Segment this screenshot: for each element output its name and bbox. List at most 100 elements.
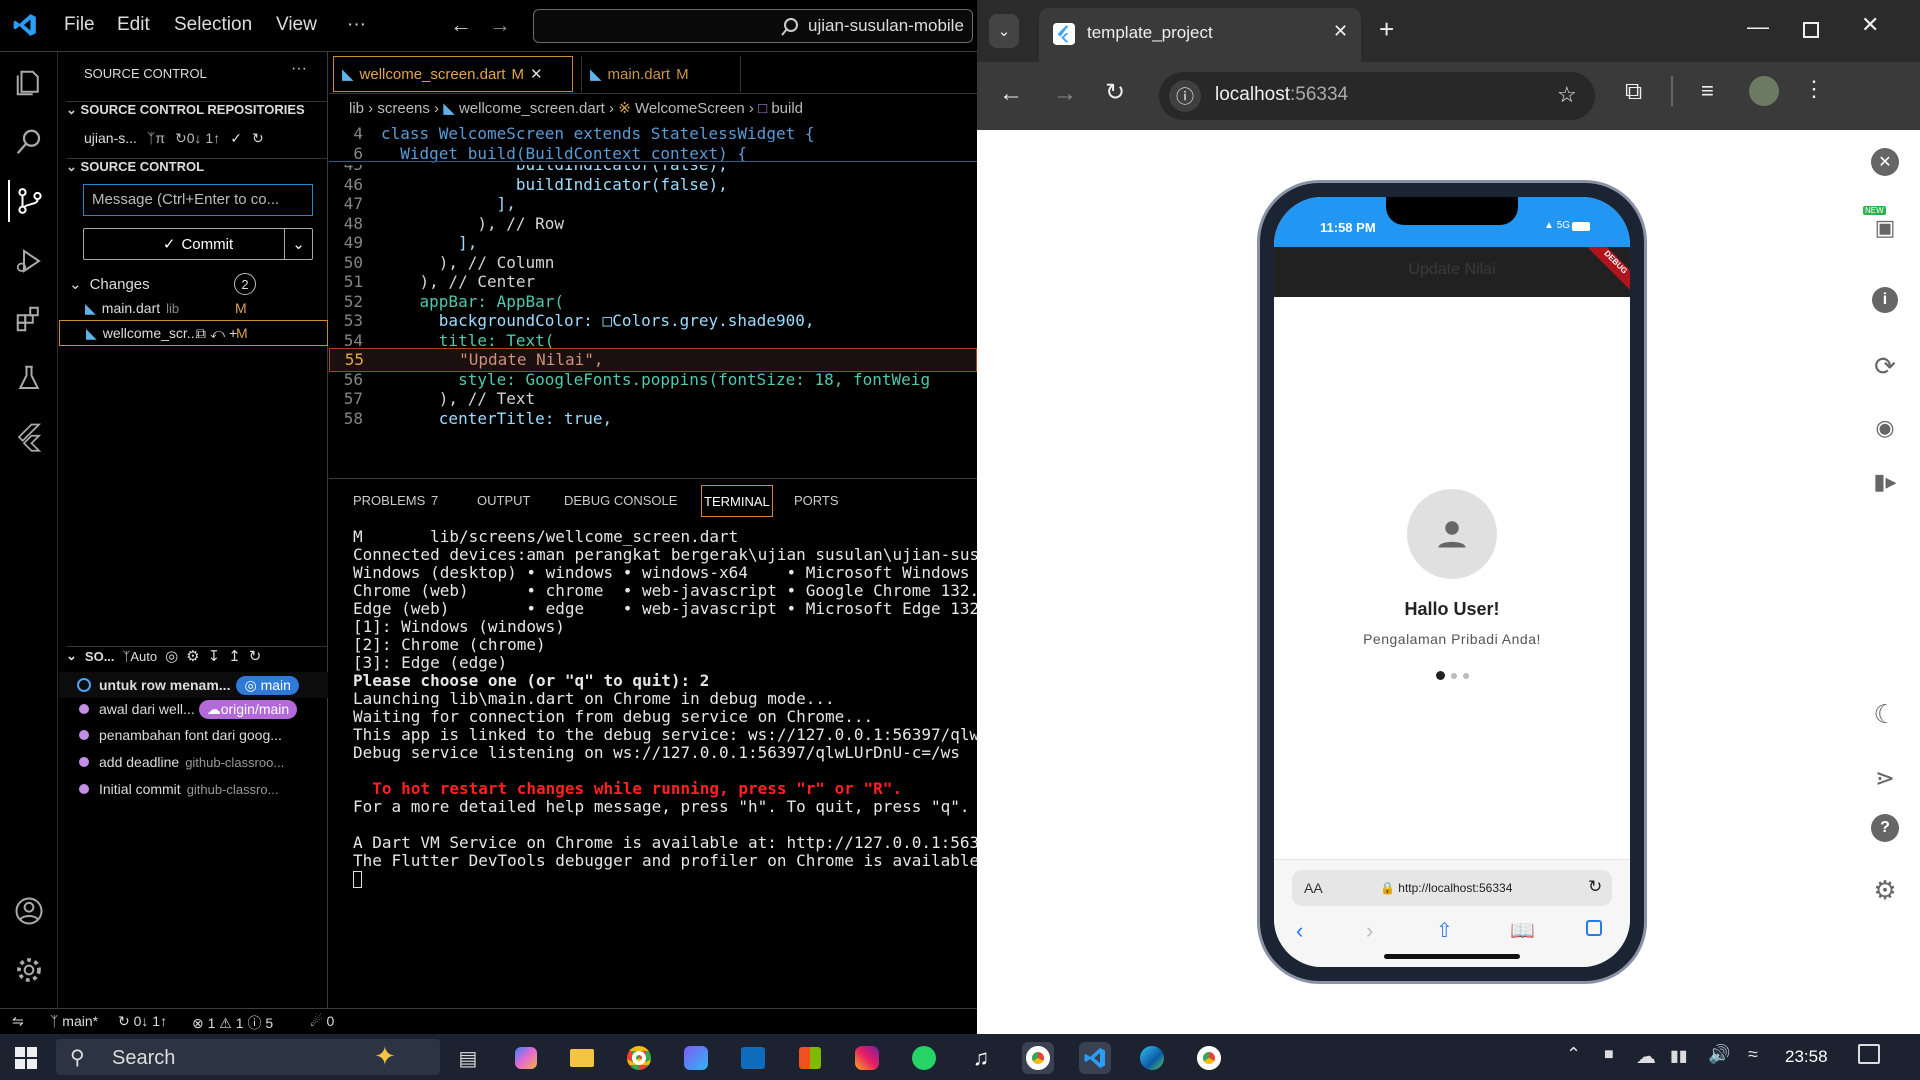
forward-arrow-icon[interactable]: →	[489, 12, 511, 38]
status-sync[interactable]: ↻ 0↓ 1↑	[118, 1013, 167, 1030]
back-arrow-icon[interactable]: ←	[450, 12, 472, 38]
more-actions-icon[interactable]: ···	[291, 60, 307, 78]
tiktok-app-icon[interactable]: ♫	[965, 1042, 997, 1074]
accounts-icon[interactable]	[8, 890, 50, 932]
chrome-app-icon-2[interactable]	[1193, 1042, 1225, 1074]
vscode-running-icon[interactable]	[1079, 1042, 1111, 1074]
safari-forward-icon[interactable]: ›	[1366, 918, 1373, 944]
chrome-app-icon[interactable]	[623, 1042, 655, 1074]
edge-app-icon[interactable]	[1136, 1042, 1168, 1074]
breadcrumb-item[interactable]: build	[771, 100, 803, 117]
graph-auto[interactable]: ᛉAuto	[123, 649, 158, 664]
search-view-icon[interactable]	[8, 121, 50, 163]
safari-share-icon[interactable]: ⇧	[1436, 918, 1453, 943]
help-icon[interactable]: ?	[1869, 812, 1901, 844]
dark-mode-moon-icon[interactable]: ☾	[1869, 698, 1901, 730]
device-new-icon[interactable]: NEW ▣	[1863, 206, 1901, 244]
notification-icon[interactable]	[1858, 1044, 1880, 1064]
store-app-icon[interactable]	[794, 1042, 826, 1074]
extensions-puzzle-icon[interactable]: ⧉	[1625, 78, 1642, 106]
minimize-icon[interactable]: —	[1747, 14, 1769, 40]
whatsapp-app-icon[interactable]	[908, 1042, 940, 1074]
explorer-icon[interactable]	[8, 62, 50, 104]
repos-header[interactable]: ⌄ SOURCE CONTROL REPOSITORIES	[66, 101, 328, 118]
panel-tab-debug-console[interactable]: DEBUG CONSOLE	[564, 493, 677, 508]
share-icon[interactable]: ⋗	[1869, 762, 1901, 794]
close-preview-icon[interactable]: ✕	[1869, 146, 1901, 178]
tab-main[interactable]: ◣ main.dart M	[581, 56, 741, 92]
bookmark-star-icon[interactable]: ☆	[1557, 82, 1577, 108]
battery-icon[interactable]: ▮▮	[1670, 1046, 1688, 1066]
flutter-icon[interactable]	[8, 416, 50, 458]
record-video-icon[interactable]: ▮▸	[1869, 466, 1901, 498]
tab-search-chevron-icon[interactable]: ⌄	[989, 14, 1019, 48]
file-actions[interactable]: ⧉↶+	[196, 325, 241, 342]
menu-file[interactable]: File	[64, 14, 95, 36]
graph-header[interactable]: ⌄ SO... ᛉAuto ◎⚙↧↥↻	[66, 646, 328, 665]
breadcrumb-item[interactable]: lib	[349, 100, 364, 117]
change-file-wellcome[interactable]: ◣ wellcome_scr... ⧉↶+ M	[59, 320, 328, 346]
change-file-main[interactable]: ◣ main.dart lib M	[59, 295, 328, 321]
sc-header[interactable]: ⌄ SOURCE CONTROL	[66, 158, 328, 175]
commit-item[interactable]: Initial commit github-classro...	[59, 776, 328, 802]
source-control-icon[interactable]	[8, 180, 50, 222]
m365-app-icon[interactable]	[680, 1042, 712, 1074]
media-control-icon[interactable]: ≡	[1701, 78, 1714, 104]
commit-check-icon[interactable]: ✓	[230, 130, 242, 147]
command-center[interactable]: ujian-susulan-mobile	[533, 9, 973, 43]
taskbar-search[interactable]: ⚲ Search ✦	[56, 1039, 440, 1075]
outlook-app-icon[interactable]	[737, 1042, 769, 1074]
commit-item[interactable]: penambahan font dari goog...	[59, 722, 328, 748]
panel-tab-ports[interactable]: PORTS	[794, 493, 839, 508]
commit-item[interactable]: add deadline github-classroo...	[59, 749, 328, 775]
chrome-menu-icon[interactable]: ⋮	[1803, 76, 1825, 102]
safari-text-size[interactable]: AA	[1304, 880, 1323, 896]
chrome-running-icon[interactable]	[1022, 1042, 1054, 1074]
panel-tab-terminal[interactable]: TERMINAL	[701, 485, 773, 517]
info-icon[interactable]: i	[1869, 284, 1901, 316]
commit-dropdown-chevron-icon[interactable]: ⌄	[284, 229, 312, 259]
safari-back-icon[interactable]: ‹	[1296, 918, 1303, 944]
menu-selection[interactable]: Selection	[174, 14, 252, 36]
testing-icon[interactable]	[8, 357, 50, 399]
screenshot-camera-icon[interactable]: ◉	[1869, 412, 1901, 444]
safari-bookmarks-icon[interactable]: 📖	[1510, 918, 1535, 943]
status-branch[interactable]: ᛉ main*	[50, 1013, 98, 1029]
safari-address-bar[interactable]: AA 🔒 http://localhost:56334 ↻	[1292, 870, 1612, 906]
windows-start-icon[interactable]	[14, 1046, 38, 1070]
remote-icon[interactable]: ⇋	[12, 1013, 24, 1030]
site-info-icon[interactable]: ⓘ	[1169, 80, 1201, 112]
extensions-icon[interactable]	[8, 298, 50, 340]
commit-button[interactable]: ✓ Commit ⌄	[83, 228, 313, 260]
commit-message-input[interactable]: Message (Ctrl+Enter to co...	[83, 184, 313, 216]
code-view[interactable]: 4 class WelcomeScreen extends StatelessWi…	[329, 122, 977, 477]
new-tab-icon[interactable]: +	[1379, 14, 1394, 45]
changes-group[interactable]: ⌄ Changes 2	[59, 271, 328, 297]
terminal-output[interactable]: M lib/screens/wellcome_screen.dart Connec…	[329, 527, 977, 1007]
instagram-app-icon[interactable]	[851, 1042, 883, 1074]
menu-edit[interactable]: Edit	[117, 14, 150, 36]
refresh-icon[interactable]: ↻	[252, 130, 264, 147]
maximize-icon[interactable]	[1803, 22, 1819, 38]
menu-view[interactable]: View	[276, 14, 317, 36]
close-window-icon[interactable]: ✕	[1861, 12, 1879, 38]
wifi-icon[interactable]: ≈	[1748, 1044, 1758, 1065]
breadcrumb-item[interactable]: WelcomeScreen	[635, 100, 745, 117]
taskbar-clock[interactable]: 23:58	[1785, 1047, 1828, 1067]
safari-reload-icon[interactable]: ↻	[1588, 877, 1602, 897]
menu-more[interactable]: ···	[347, 14, 366, 36]
breadcrumb-item[interactable]: wellcome_screen.dart	[459, 100, 605, 117]
onedrive-cloud-icon[interactable]: ☁	[1636, 1044, 1656, 1069]
tray-meet-icon[interactable]: ■	[1604, 1046, 1614, 1064]
panel-tab-problems[interactable]: PROBLEMS	[353, 493, 425, 508]
close-tab-icon[interactable]: ✕	[1333, 21, 1348, 42]
file-explorer-icon[interactable]	[566, 1042, 598, 1074]
tray-chevron-icon[interactable]: ⌃	[1566, 1044, 1581, 1065]
tab-wellcome-screen[interactable]: ◣ wellcome_screen.dart M ✕	[333, 56, 573, 92]
breadcrumb-item[interactable]: screens	[377, 100, 430, 117]
address-bar[interactable]: ⓘ localhost:56334 ☆	[1159, 72, 1595, 120]
back-arrow-icon[interactable]: ←	[999, 80, 1023, 108]
close-icon[interactable]: ✕	[530, 65, 543, 83]
forward-arrow-icon[interactable]: →	[1053, 80, 1077, 108]
status-problems[interactable]: ⊗ 1 ⚠ 1 ⓘ 5	[192, 1013, 273, 1033]
